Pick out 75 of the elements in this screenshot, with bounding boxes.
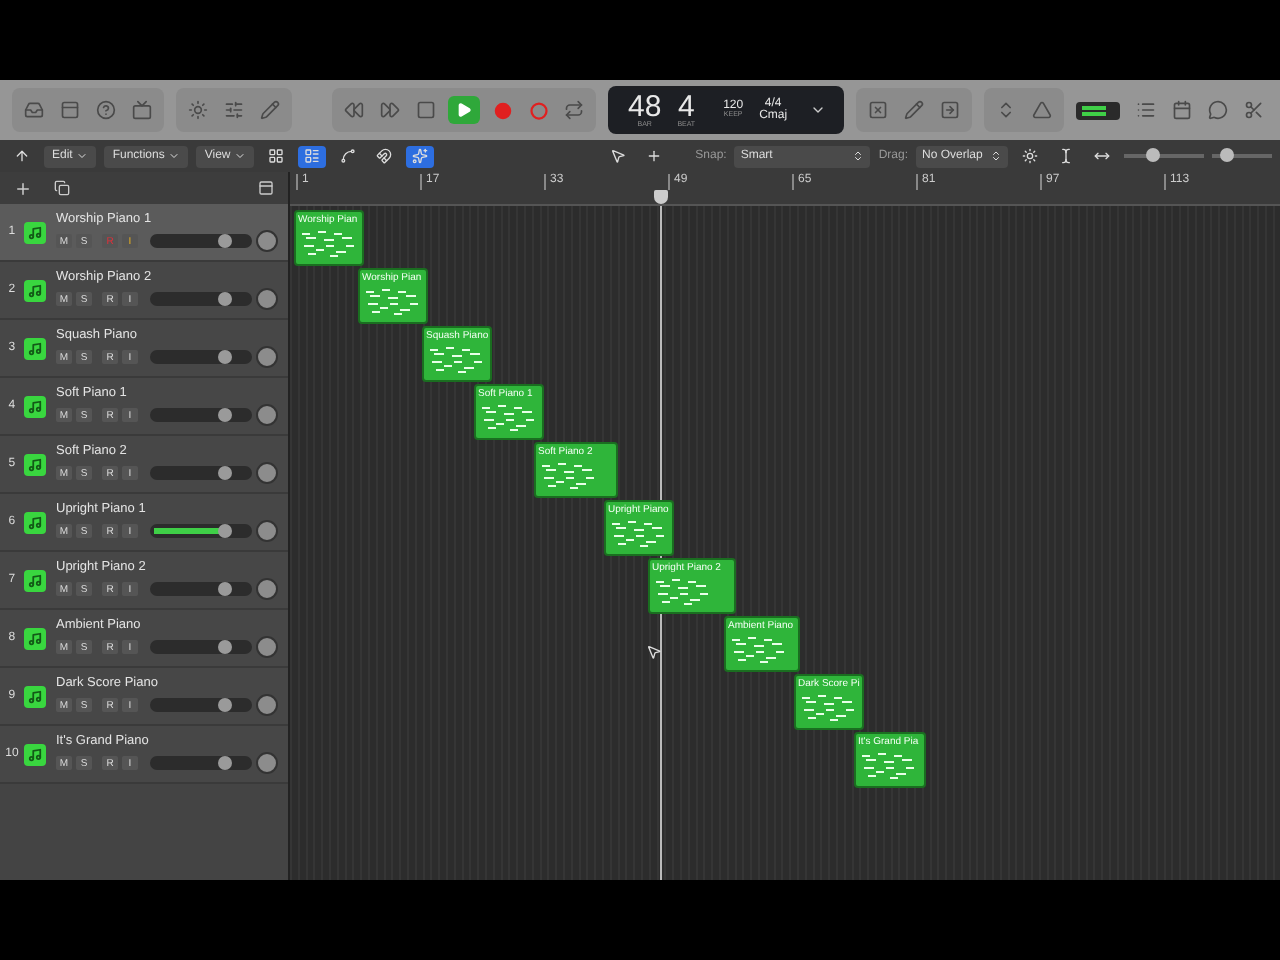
volume-fader[interactable]: [150, 582, 252, 596]
volume-fader[interactable]: [150, 350, 252, 364]
pan-knob[interactable]: [256, 288, 278, 310]
fast-forward-icon[interactable]: [376, 96, 404, 124]
music-note-icon: [23, 743, 46, 765]
pan-knob[interactable]: [256, 346, 278, 368]
music-note-icon: [23, 221, 46, 243]
help-icon[interactable]: [92, 96, 120, 124]
volume-fader[interactable]: [150, 408, 252, 422]
midi-notes-drawing: [540, 460, 598, 490]
fader-thumb[interactable]: [218, 408, 233, 422]
pan-knob[interactable]: [256, 230, 278, 252]
midi-notes-drawing: [300, 228, 358, 258]
sparkle-icon[interactable]: [406, 145, 435, 167]
chevron-down-icon: [168, 150, 181, 162]
volume-fader[interactable]: [150, 524, 252, 538]
bar-value: 48: [628, 91, 662, 122]
chat-icon[interactable]: [1204, 96, 1232, 124]
fader-thumb[interactable]: [218, 640, 233, 654]
volume-fader[interactable]: [150, 640, 252, 654]
fader-thumb[interactable]: [218, 466, 233, 480]
midi-notes-drawing: [860, 750, 918, 780]
pencil-icon[interactable]: [899, 96, 928, 124]
midi-notes-drawing: [610, 518, 668, 548]
fader-thumb[interactable]: [218, 350, 233, 364]
calendar-icon[interactable]: [1168, 96, 1196, 124]
volume-fader[interactable]: [150, 698, 252, 712]
cycle-icon[interactable]: [560, 96, 588, 124]
chevron-down-icon: [234, 150, 247, 162]
fader-thumb[interactable]: [218, 234, 233, 248]
pan-knob[interactable]: [256, 752, 278, 774]
slider-thumb[interactable]: [1145, 148, 1159, 162]
music-note-icon: [23, 627, 46, 649]
music-note-icon: [23, 337, 46, 359]
midi-notes-drawing: [480, 402, 538, 432]
midi-notes-drawing: [800, 692, 858, 722]
pencil-icon[interactable]: [256, 96, 284, 124]
beat-value: 4: [677, 91, 695, 122]
midi-notes-drawing: [654, 576, 712, 606]
level-meter: [1075, 101, 1120, 119]
music-note-icon: [23, 395, 46, 417]
chevron-down-icon: [76, 150, 89, 162]
rewind-icon[interactable]: [340, 96, 368, 124]
midi-notes-drawing: [364, 286, 422, 316]
music-note-icon: [23, 685, 46, 707]
fader-thumb[interactable]: [218, 292, 233, 306]
play-button[interactable]: [448, 96, 480, 124]
stop-icon[interactable]: [412, 96, 440, 124]
volume-fader[interactable]: [150, 466, 252, 480]
pan-knob[interactable]: [256, 578, 278, 600]
volume-fader[interactable]: [150, 292, 252, 306]
volume-fader[interactable]: [150, 234, 252, 248]
fader-thumb[interactable]: [218, 582, 233, 596]
music-note-icon: [23, 569, 46, 591]
midi-notes-drawing: [428, 344, 486, 374]
fader-thumb[interactable]: [218, 756, 233, 770]
list-view-icon[interactable]: [298, 145, 327, 167]
metronome-icon[interactable]: [1027, 96, 1056, 124]
pan-knob[interactable]: [256, 404, 278, 426]
fader-thumb[interactable]: [218, 698, 233, 712]
slider-thumb[interactable]: [1220, 148, 1234, 162]
music-note-icon: [23, 279, 46, 301]
music-note-icon: [23, 511, 46, 533]
playhead-handle[interactable]: [654, 190, 668, 204]
mixer-icon[interactable]: [220, 96, 248, 124]
pan-knob[interactable]: [256, 636, 278, 658]
volume-fader[interactable]: [150, 756, 252, 770]
media-icon[interactable]: [128, 96, 156, 124]
play-icon: [456, 102, 472, 118]
pan-knob[interactable]: [256, 694, 278, 716]
pan-knob[interactable]: [256, 462, 278, 484]
music-note-icon: [23, 453, 46, 475]
fader-thumb[interactable]: [218, 524, 233, 538]
midi-notes-drawing: [730, 634, 788, 664]
pan-knob[interactable]: [256, 520, 278, 542]
